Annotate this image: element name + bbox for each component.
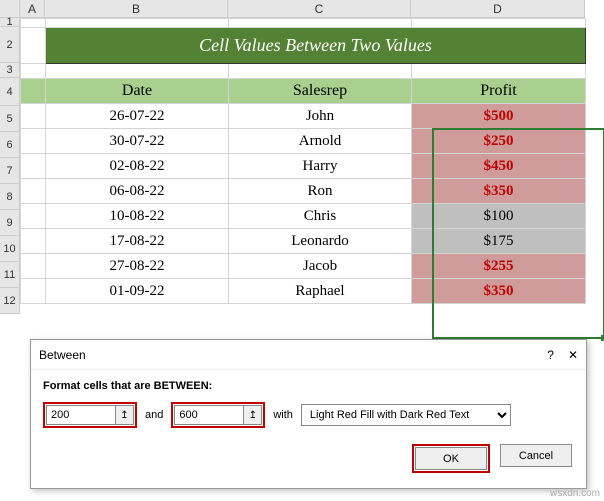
cell[interactable] [21, 64, 46, 79]
row-header-8[interactable]: 8 [0, 184, 19, 210]
row-header-11[interactable]: 11 [0, 262, 19, 288]
cell-profit[interactable]: $450 [412, 154, 586, 179]
row-header-gutter: 123456789101112 [0, 0, 20, 314]
header-profit: Profit [412, 79, 586, 104]
cell-salesrep[interactable]: Ron [229, 179, 412, 204]
cell-profit[interactable]: $350 [412, 179, 586, 204]
row-header-10[interactable]: 10 [0, 236, 19, 262]
cell[interactable] [21, 19, 46, 28]
cell-salesrep[interactable]: Raphael [229, 279, 412, 304]
cell-salesrep[interactable]: Arnold [229, 129, 412, 154]
and-label: and [145, 409, 163, 421]
cell-profit[interactable]: $250 [412, 129, 586, 154]
row-header-3[interactable]: 3 [0, 63, 19, 78]
cell-profit[interactable]: $350 [412, 279, 586, 304]
cell[interactable] [21, 104, 46, 129]
cell-salesrep[interactable]: John [229, 104, 412, 129]
cell[interactable] [21, 229, 46, 254]
column-header-d[interactable]: D [411, 0, 585, 17]
column-header-c[interactable]: C [228, 0, 411, 17]
between-high-input[interactable] [174, 405, 244, 425]
cell[interactable] [21, 129, 46, 154]
cell[interactable] [21, 79, 46, 104]
row-header-2[interactable]: 2 [0, 27, 19, 63]
between-low-input[interactable] [46, 405, 116, 425]
cell[interactable] [21, 179, 46, 204]
cell-profit[interactable]: $175 [412, 229, 586, 254]
spreadsheet-grid: Cell Values Between Two Values DateSalesr… [20, 18, 604, 304]
cell-date[interactable]: 02-08-22 [46, 154, 229, 179]
header-salesrep: Salesrep [229, 79, 412, 104]
cell[interactable] [21, 28, 46, 64]
row-header-12[interactable]: 12 [0, 288, 19, 314]
column-header-b[interactable]: B [45, 0, 228, 17]
cell[interactable] [46, 64, 229, 79]
cell-date[interactable]: 06-08-22 [46, 179, 229, 204]
cell-salesrep[interactable]: Leonardo [229, 229, 412, 254]
between-dialog: Between ? ✕ Format cells that are BETWEE… [30, 339, 587, 489]
cell-date[interactable]: 30-07-22 [46, 129, 229, 154]
with-label: with [273, 409, 293, 421]
cell[interactable] [21, 204, 46, 229]
cell-salesrep[interactable]: Harry [229, 154, 412, 179]
dialog-instruction: Format cells that are BETWEEN: [43, 380, 574, 392]
watermark-text: wsxdn.com [550, 488, 600, 499]
row-header-5[interactable]: 5 [0, 106, 19, 132]
cancel-button[interactable]: Cancel [500, 444, 572, 467]
row-header-4[interactable]: 4 [0, 78, 19, 106]
cell-date[interactable]: 26-07-22 [46, 104, 229, 129]
cell-salesrep[interactable]: Jacob [229, 254, 412, 279]
dialog-titlebar[interactable]: Between ? ✕ [31, 340, 586, 370]
cell-salesrep[interactable]: Chris [229, 204, 412, 229]
cell[interactable] [229, 64, 412, 79]
cell-date[interactable]: 17-08-22 [46, 229, 229, 254]
format-option-select[interactable]: Light Red Fill with Dark Red Text [301, 404, 511, 426]
cell[interactable] [412, 64, 586, 79]
header-date: Date [46, 79, 229, 104]
close-icon[interactable]: ✕ [568, 348, 578, 362]
cell-date[interactable]: 10-08-22 [46, 204, 229, 229]
cell[interactable] [21, 254, 46, 279]
row-header-9[interactable]: 9 [0, 210, 19, 236]
column-header-row: ABCD [20, 0, 585, 18]
cell[interactable] [229, 19, 412, 28]
range-picker-icon[interactable]: ↥ [116, 405, 134, 425]
cell-profit[interactable]: $255 [412, 254, 586, 279]
row-header-6[interactable]: 6 [0, 132, 19, 158]
dialog-title-text: Between [39, 348, 86, 362]
cell-profit[interactable]: $500 [412, 104, 586, 129]
cell-date[interactable]: 01-09-22 [46, 279, 229, 304]
cell[interactable] [412, 19, 586, 28]
ok-button[interactable]: OK [415, 447, 487, 470]
help-icon[interactable]: ? [547, 348, 554, 362]
range-picker-icon[interactable]: ↥ [244, 405, 262, 425]
column-header-a[interactable]: A [20, 0, 45, 17]
cell-profit[interactable]: $100 [412, 204, 586, 229]
page-title: Cell Values Between Two Values [46, 28, 586, 64]
row-header-1[interactable]: 1 [0, 18, 19, 27]
row-header-7[interactable]: 7 [0, 158, 19, 184]
cell[interactable] [21, 279, 46, 304]
cell-date[interactable]: 27-08-22 [46, 254, 229, 279]
cell[interactable] [21, 154, 46, 179]
cell[interactable] [46, 19, 229, 28]
